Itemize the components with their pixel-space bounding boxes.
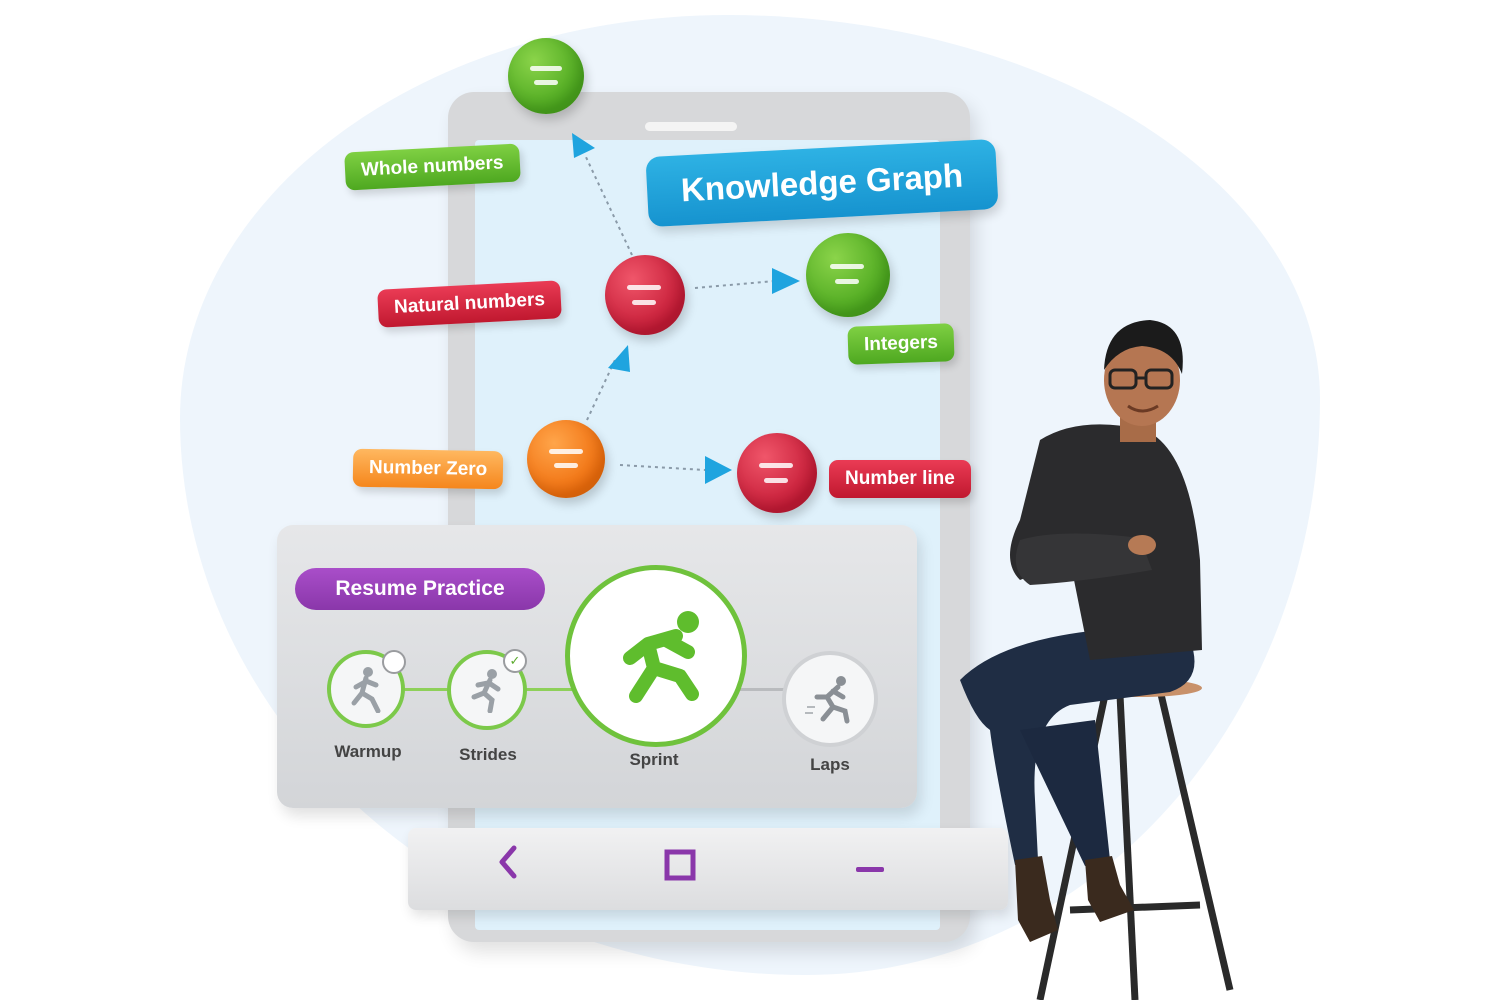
step-label-sprint: Sprint — [629, 750, 679, 769]
home-button[interactable] — [660, 845, 700, 885]
node-whole-numbers[interactable] — [508, 38, 584, 114]
arrow-to-whole — [572, 133, 595, 158]
label-number-zero: Number Zero — [352, 448, 504, 490]
arrow-to-integers — [772, 268, 800, 294]
student-illustration — [960, 320, 1234, 1000]
node-natural-numbers[interactable] — [605, 255, 685, 335]
strides-icon — [471, 669, 501, 713]
shoe-left — [1015, 856, 1058, 942]
strides-completed-check-icon: ✓ — [503, 649, 527, 673]
connector-natural-integers — [694, 280, 776, 289]
illustration-stage: Whole numbers Natural numbers Integers N… — [0, 0, 1500, 1000]
laps-icon — [805, 676, 850, 724]
step-label-laps: Laps — [810, 755, 850, 774]
arrow-to-natural — [608, 345, 630, 372]
connector-zero-line — [619, 464, 706, 471]
warmup-status-badge — [382, 650, 406, 674]
back-icon — [499, 845, 517, 879]
sprint-icon — [623, 611, 699, 703]
hand — [1128, 535, 1156, 555]
step-label-strides: Strides — [459, 745, 517, 764]
warmup-icon — [351, 667, 381, 713]
recent-apps-button[interactable] — [850, 855, 890, 885]
arrow-to-line — [705, 456, 732, 484]
node-number-line[interactable] — [737, 433, 817, 513]
home-icon — [664, 849, 696, 881]
connector-natural-whole — [584, 154, 633, 256]
step-laps[interactable] — [782, 651, 878, 747]
back-button[interactable] — [488, 842, 528, 882]
connector-zero-natural — [586, 359, 616, 421]
node-integers[interactable] — [806, 233, 890, 317]
node-number-zero[interactable] — [527, 420, 605, 498]
step-sprint[interactable] — [565, 565, 747, 747]
recent-apps-icon — [856, 867, 884, 872]
step-label-warmup: Warmup — [334, 742, 402, 761]
resume-practice-button[interactable]: Resume Practice — [295, 568, 545, 610]
